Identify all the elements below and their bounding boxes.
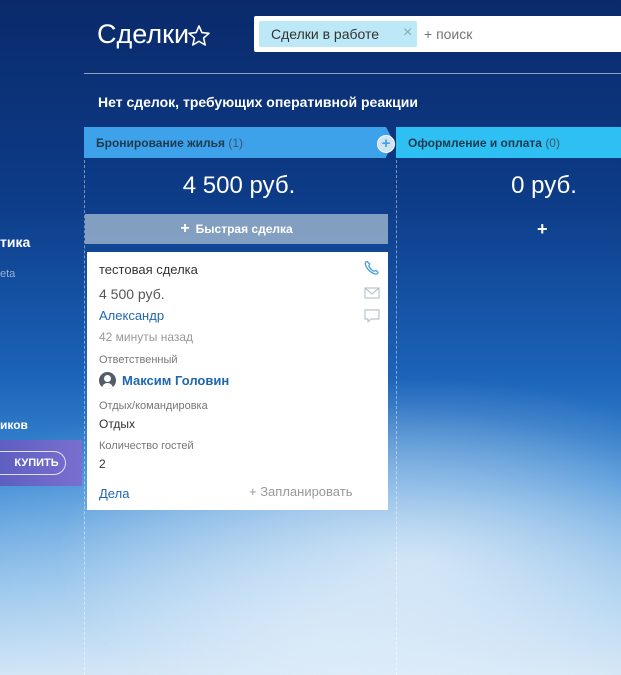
field-value: 2 (99, 457, 106, 471)
quick-deal-label: Быстрая сделка (195, 222, 293, 236)
deal-card[interactable]: тестовая сделка 4 500 руб. Александр 42 … (87, 252, 388, 510)
buy-button[interactable]: КУПИТЬ (0, 451, 66, 475)
notice-text: Нет сделок, требующих оперативной реакци… (98, 94, 418, 110)
field-label: Количество гостей (99, 440, 194, 452)
stage-name-text: Оформление и оплата (408, 136, 542, 150)
stage-name: Оформление и оплата (0) (408, 136, 560, 150)
responsible-name[interactable]: Максим Головин (122, 373, 229, 388)
stage-count: (0) (545, 136, 560, 150)
phone-icon[interactable] (363, 260, 381, 276)
star-icon[interactable] (187, 24, 211, 48)
field-value: Отдых (99, 417, 136, 431)
filter-search-bar[interactable]: Сделки в работе × (254, 16, 621, 52)
plus-icon: + (180, 220, 190, 237)
stage-header-payment[interactable]: Оформление и оплата (0) (396, 127, 621, 158)
sidebar-promo-text: иков (0, 418, 28, 432)
schedule-link[interactable]: + Запланировать (249, 484, 352, 499)
stage-sum: 0 руб. (511, 172, 577, 199)
stage-name-text: Бронирование жилья (96, 136, 225, 150)
contact-link[interactable]: Александр (99, 308, 164, 323)
stage-count: (1) (228, 136, 243, 150)
stage-name: Бронирование жилья (1) (96, 136, 243, 150)
filter-chip-label: Сделки в работе (271, 26, 380, 42)
deal-time: 42 минуты назад (99, 330, 194, 344)
close-icon[interactable]: × (403, 24, 412, 42)
filter-chip[interactable]: Сделки в работе × (259, 21, 417, 47)
sidebar-subtext: eta (0, 268, 16, 280)
quick-deal-button[interactable]: + Быстрая сделка (85, 214, 388, 244)
stage-header-booking[interactable]: Бронирование жилья (1) (84, 127, 394, 158)
header-divider (84, 73, 621, 74)
chat-icon[interactable] (363, 308, 381, 324)
sidebar-item-label[interactable]: тика (0, 234, 30, 250)
search-input[interactable] (422, 25, 621, 43)
stage-sum: 4 500 руб. (182, 172, 296, 199)
deal-title[interactable]: тестовая сделка (99, 262, 198, 277)
page-title: Сделки (97, 19, 190, 49)
add-stage-button[interactable]: + (377, 135, 395, 153)
field-label: Отдых/командировка (99, 400, 208, 412)
mail-icon[interactable] (363, 285, 381, 301)
column-border (396, 160, 397, 675)
responsible-label: Ответственный (99, 354, 178, 366)
deal-sum: 4 500 руб. (99, 286, 165, 302)
add-deal-button[interactable]: + (537, 219, 548, 240)
avatar (99, 372, 116, 389)
deals-link[interactable]: Дела (99, 486, 129, 501)
